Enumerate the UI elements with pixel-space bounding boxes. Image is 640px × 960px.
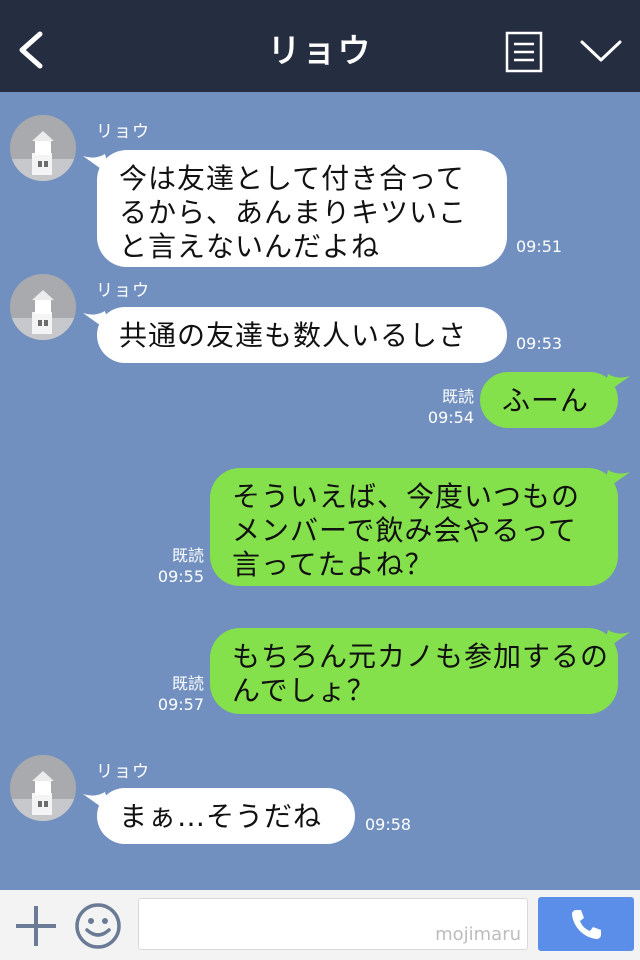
read-receipt: 既読 bbox=[171, 674, 204, 693]
message-timestamp: 09:55 bbox=[157, 567, 204, 586]
outgoing-message-bubble[interactable]: そういえば、今度いつもの メンバーで飲み会やるって 言ってたよね？ bbox=[210, 468, 618, 586]
avatar[interactable] bbox=[10, 274, 76, 340]
message-input[interactable]: mojimaru bbox=[138, 898, 528, 950]
avatar[interactable] bbox=[10, 755, 76, 821]
outgoing-message-bubble[interactable]: ふーん bbox=[480, 372, 618, 428]
incoming-message-bubble[interactable]: 共通の友達も数人いるしさ bbox=[97, 307, 507, 363]
message-timestamp: 09:57 bbox=[157, 695, 204, 714]
message-line: もちろん元カノも参加するの bbox=[232, 640, 610, 673]
message-meta: 09:53 bbox=[516, 333, 562, 354]
message-timestamp: 09:51 bbox=[516, 237, 563, 256]
chat-header: リョウ bbox=[0, 0, 640, 92]
message-line: 共通の友達も数人いるしさ bbox=[119, 319, 468, 352]
message-timestamp: 09:53 bbox=[516, 334, 563, 353]
plus-icon[interactable] bbox=[14, 904, 58, 948]
message-meta: 既読 09:57 bbox=[158, 673, 204, 715]
incoming-message-bubble[interactable]: 今は友達として付き合って るから、あんまりキツいこ と言えないんだよね bbox=[97, 150, 507, 267]
message-timestamp: 09:54 bbox=[427, 408, 474, 427]
message-line: メンバーで飲み会やるって bbox=[232, 514, 577, 547]
message-line: まぁ…そうだね bbox=[119, 800, 323, 833]
message-line: るから、あんまりキツいこ bbox=[119, 196, 468, 229]
message-line: そういえば、今度いつもの bbox=[232, 480, 581, 513]
message-timestamp: 09:58 bbox=[365, 815, 412, 834]
sender-name: リョウ bbox=[96, 122, 150, 142]
call-button[interactable] bbox=[538, 897, 634, 951]
sender-name: リョウ bbox=[96, 281, 150, 301]
chevron-down-icon[interactable] bbox=[578, 34, 624, 68]
incoming-message-bubble[interactable]: まぁ…そうだね bbox=[97, 788, 355, 844]
message-meta: 09:58 bbox=[365, 814, 411, 835]
outgoing-message-bubble[interactable]: もちろん元カノも参加するの んでしょ？ bbox=[210, 628, 618, 714]
sender-name: リョウ bbox=[96, 762, 150, 782]
message-line: と言えないんだよね bbox=[119, 230, 381, 263]
watermark: mojimaru bbox=[435, 924, 521, 945]
smiley-icon[interactable] bbox=[74, 902, 122, 950]
message-line: 言ってたよね？ bbox=[232, 548, 434, 581]
chat-title: リョウ bbox=[267, 31, 373, 70]
avatar[interactable] bbox=[10, 115, 76, 181]
message-meta: 既読 09:54 bbox=[428, 386, 474, 428]
message-line: ふーん bbox=[502, 384, 590, 417]
message-meta: 09:51 bbox=[516, 236, 562, 257]
read-receipt: 既読 bbox=[171, 546, 204, 565]
menu-icon[interactable] bbox=[505, 31, 543, 73]
read-receipt: 既読 bbox=[441, 387, 474, 406]
message-meta: 既読 09:55 bbox=[158, 545, 204, 587]
message-line: 今は友達として付き合って bbox=[119, 162, 465, 195]
phone-icon bbox=[572, 910, 601, 939]
chat-footer: mojimaru bbox=[0, 890, 640, 960]
message-line: んでしょ？ bbox=[232, 674, 376, 707]
